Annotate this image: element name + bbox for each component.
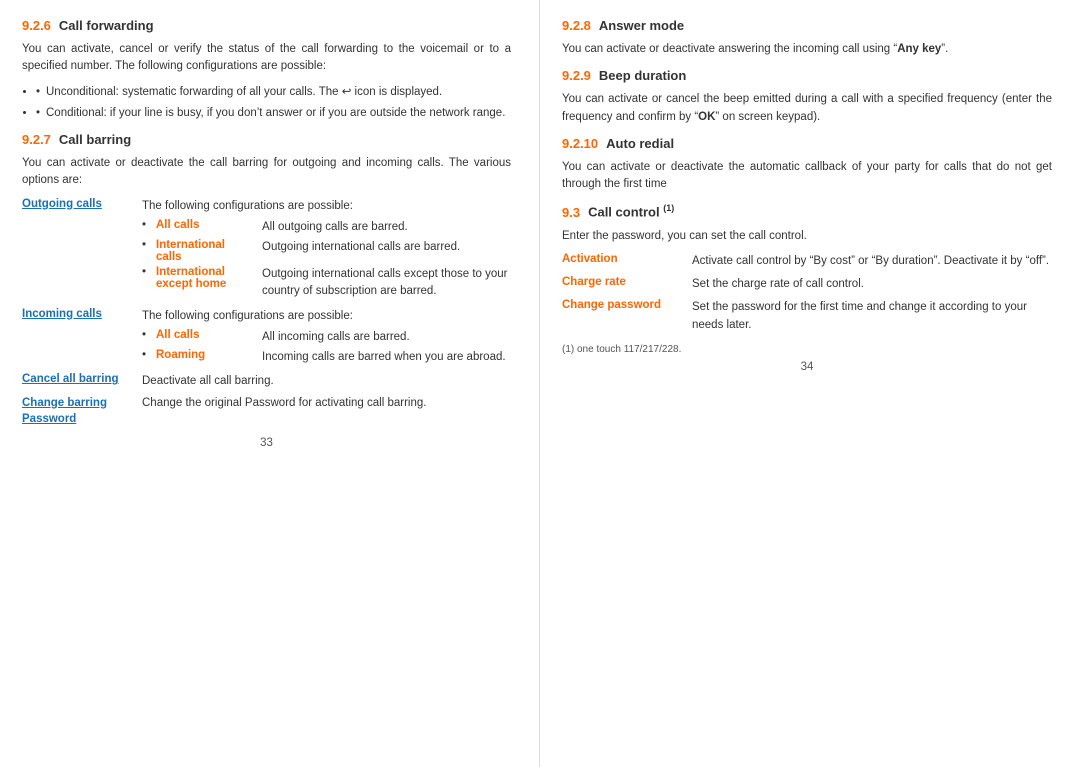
charge-rate-row: Charge rate Set the charge rate of call … [562,276,1052,293]
change-barring-row: Change barringPassword Change the origin… [22,395,511,427]
section-9210: 9.2.10 Auto redial You can activate or d… [562,136,1052,194]
section-927-num: 9.2.7 [22,132,51,147]
out-allcalls-desc: All outgoing calls are barred. [262,219,511,236]
in-allcalls-row: • All calls All incoming calls are barre… [142,329,511,346]
out-allcalls-label: All calls [156,219,262,231]
incoming-sub-table: • All calls All incoming calls are barre… [142,329,511,370]
outgoing-calls-label[interactable]: Outgoing calls [22,198,142,210]
section-929-num: 9.2.9 [562,68,591,83]
in-allcalls-desc: All incoming calls are barred. [262,329,511,346]
section-926-body: You can activate, cancel or verify the s… [22,41,511,76]
activation-row: Activation Activate call control by “By … [562,253,1052,270]
bullet-unconditional: Unconditional: systematic forwarding of … [36,84,511,101]
section-93-body: Enter the password, you can set the call… [562,228,1052,245]
section-927: 9.2.7 Call barring You can activate or d… [22,132,511,427]
cancel-barring-label[interactable]: Cancel all barring [22,373,142,385]
out-intl-except-desc: Outgoing international calls except thos… [262,266,511,301]
right-page-number: 34 [562,361,1052,373]
section-928-body: You can activate or deactivate answering… [562,41,1052,58]
outgoing-calls-desc: The following configurations are possibl… [142,198,511,215]
change-password-row: Change password Set the password for the… [562,299,1052,334]
out-intl-desc: Outgoing international calls are barred. [262,239,511,256]
section-929-body: You can activate or cancel the beep emit… [562,91,1052,126]
bullet-conditional: Conditional: if your line is busy, if yo… [36,105,511,122]
section-9210-body: You can activate or deactivate the autom… [562,159,1052,194]
section-929: 9.2.9 Beep duration You can activate or … [562,68,1052,126]
left-page: 9.2.6 Call forwarding You can activate, … [0,0,540,767]
incoming-row: Incoming calls The following configurati… [22,308,511,325]
activation-desc: Activate call control by “By cost” or “B… [692,253,1052,270]
section-93-superscript: (1) [663,203,674,213]
left-page-number: 33 [22,437,511,449]
right-page: 9.2.8 Answer mode You can activate or de… [540,0,1080,767]
section-93-title: Call control (1) [588,203,674,219]
change-barring-label[interactable]: Change barringPassword [22,395,142,427]
section-926-bullets: Unconditional: systematic forwarding of … [36,84,511,123]
section-93: 9.3 Call control (1) Enter the password,… [562,203,1052,334]
out-intl-except-label: Internationalexcept home [156,266,262,290]
section-928-num: 9.2.8 [562,18,591,33]
section-9210-title: Auto redial [606,136,674,151]
section-927-title: Call barring [59,132,131,147]
section-928: 9.2.8 Answer mode You can activate or de… [562,18,1052,58]
section-926-title: Call forwarding [59,18,154,33]
cancel-barring-row: Cancel all barring Deactivate all call b… [22,373,511,390]
out-intl-except-row: • Internationalexcept home Outgoing inte… [142,266,511,301]
footnote: (1) one touch 117/217/228. [562,344,1052,355]
change-password-label: Change password [562,299,692,311]
out-allcalls-row: • All calls All outgoing calls are barre… [142,219,511,236]
section-927-body: You can activate or deactivate the call … [22,155,511,190]
call-control-table: Activation Activate call control by “By … [562,253,1052,334]
incoming-calls-desc: The following configurations are possibl… [142,308,511,325]
section-928-title: Answer mode [599,18,684,33]
section-926: 9.2.6 Call forwarding You can activate, … [22,18,511,122]
change-password-desc: Set the password for the first time and … [692,299,1052,334]
out-intl-label: Internationalcalls [156,239,262,263]
out-intl-row: • Internationalcalls Outgoing internatio… [142,239,511,263]
change-barring-desc: Change the original Password for activat… [142,395,511,412]
incoming-sub-row: • All calls All incoming calls are barre… [22,329,511,370]
charge-rate-label: Charge rate [562,276,692,288]
cancel-barring-desc: Deactivate all call barring. [142,373,511,390]
charge-rate-desc: Set the charge rate of call control. [692,276,1052,293]
in-roaming-desc: Incoming calls are barred when you are a… [262,349,511,366]
incoming-calls-label[interactable]: Incoming calls [22,308,142,320]
outgoing-row: Outgoing calls The following configurati… [22,198,511,215]
activation-label: Activation [562,253,692,265]
outgoing-allcalls-row: • All calls All outgoing calls are barre… [22,219,511,304]
in-roaming-row: • Roaming Incoming calls are barred when… [142,349,511,366]
in-roaming-label: Roaming [156,349,262,361]
outgoing-sub-table: • All calls All outgoing calls are barre… [142,219,511,304]
barring-table: Outgoing calls The following configurati… [22,198,511,427]
section-9210-num: 9.2.10 [562,136,598,151]
section-93-num: 9.3 [562,205,580,220]
section-926-num: 9.2.6 [22,18,51,33]
section-929-title: Beep duration [599,68,686,83]
in-allcalls-label: All calls [156,329,262,341]
